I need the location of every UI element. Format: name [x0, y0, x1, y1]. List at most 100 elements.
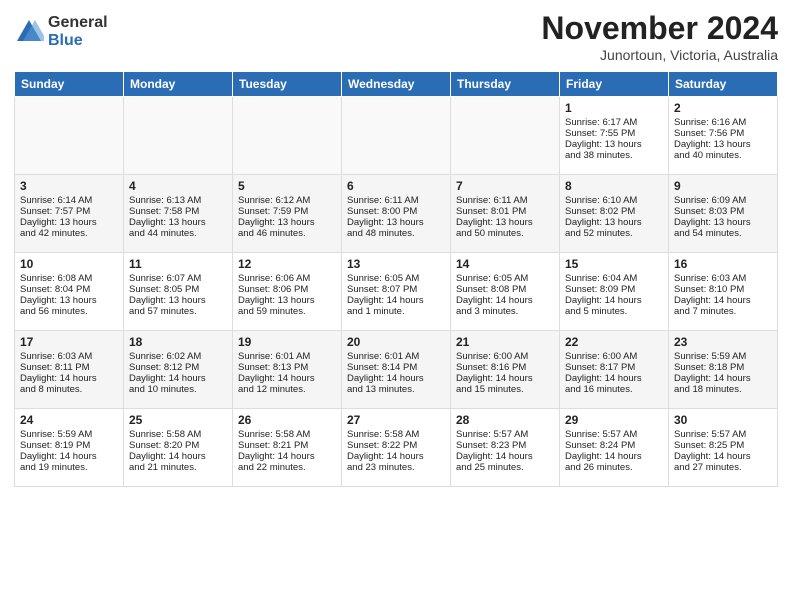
day-number: 21 [456, 335, 554, 349]
calendar-cell: 11Sunrise: 6:07 AMSunset: 8:05 PMDayligh… [124, 253, 233, 331]
cell-text: Sunset: 8:11 PM [20, 362, 118, 373]
day-number: 8 [565, 179, 663, 193]
cell-text: Daylight: 13 hours [129, 217, 227, 228]
cell-text: Daylight: 13 hours [238, 217, 336, 228]
calendar-cell: 25Sunrise: 5:58 AMSunset: 8:20 PMDayligh… [124, 409, 233, 487]
header: General Blue November 2024 Junortoun, Vi… [14, 10, 778, 63]
cell-text: Sunset: 8:14 PM [347, 362, 445, 373]
cell-text: Daylight: 13 hours [674, 217, 772, 228]
calendar-header: Sunday Monday Tuesday Wednesday Thursday… [15, 72, 778, 97]
cell-text: and 59 minutes. [238, 306, 336, 317]
day-number: 12 [238, 257, 336, 271]
cell-text: and 50 minutes. [456, 228, 554, 239]
day-number: 15 [565, 257, 663, 271]
cell-text: Sunset: 8:24 PM [565, 440, 663, 451]
day-number: 17 [20, 335, 118, 349]
cell-text: Sunrise: 6:03 AM [674, 273, 772, 284]
day-number: 20 [347, 335, 445, 349]
col-friday: Friday [560, 72, 669, 97]
calendar-cell: 9Sunrise: 6:09 AMSunset: 8:03 PMDaylight… [669, 175, 778, 253]
cell-text: Sunrise: 6:03 AM [20, 351, 118, 362]
cell-text: Daylight: 14 hours [347, 451, 445, 462]
cell-text: and 38 minutes. [565, 150, 663, 161]
cell-text: Sunset: 8:07 PM [347, 284, 445, 295]
day-number: 22 [565, 335, 663, 349]
col-thursday: Thursday [451, 72, 560, 97]
week-row-3: 10Sunrise: 6:08 AMSunset: 8:04 PMDayligh… [15, 253, 778, 331]
calendar-cell [342, 97, 451, 175]
logo-text: General Blue [48, 14, 108, 49]
cell-text: and 48 minutes. [347, 228, 445, 239]
day-number: 30 [674, 413, 772, 427]
cell-text: and 22 minutes. [238, 462, 336, 473]
day-number: 27 [347, 413, 445, 427]
cell-text: Daylight: 14 hours [565, 295, 663, 306]
calendar-body: 1Sunrise: 6:17 AMSunset: 7:55 PMDaylight… [15, 97, 778, 487]
cell-text: Sunrise: 6:09 AM [674, 195, 772, 206]
day-number: 5 [238, 179, 336, 193]
cell-text: Daylight: 14 hours [129, 451, 227, 462]
cell-text: Daylight: 14 hours [565, 451, 663, 462]
cell-text: Sunrise: 6:01 AM [347, 351, 445, 362]
calendar-cell: 6Sunrise: 6:11 AMSunset: 8:00 PMDaylight… [342, 175, 451, 253]
cell-text: Sunset: 7:58 PM [129, 206, 227, 217]
cell-text: Daylight: 14 hours [347, 295, 445, 306]
calendar-cell [233, 97, 342, 175]
day-number: 9 [674, 179, 772, 193]
calendar-cell: 4Sunrise: 6:13 AMSunset: 7:58 PMDaylight… [124, 175, 233, 253]
calendar-cell: 7Sunrise: 6:11 AMSunset: 8:01 PMDaylight… [451, 175, 560, 253]
cell-text: Sunset: 8:25 PM [674, 440, 772, 451]
cell-text: Daylight: 14 hours [674, 451, 772, 462]
calendar-cell: 18Sunrise: 6:02 AMSunset: 8:12 PMDayligh… [124, 331, 233, 409]
cell-text: Sunrise: 5:57 AM [456, 429, 554, 440]
day-number: 11 [129, 257, 227, 271]
day-number: 23 [674, 335, 772, 349]
week-row-5: 24Sunrise: 5:59 AMSunset: 8:19 PMDayligh… [15, 409, 778, 487]
cell-text: Daylight: 14 hours [674, 373, 772, 384]
calendar-cell: 14Sunrise: 6:05 AMSunset: 8:08 PMDayligh… [451, 253, 560, 331]
cell-text: Sunset: 8:02 PM [565, 206, 663, 217]
logo-general-text: General [48, 14, 108, 32]
day-number: 2 [674, 101, 772, 115]
cell-text: Sunrise: 5:59 AM [20, 429, 118, 440]
cell-text: Sunrise: 6:00 AM [456, 351, 554, 362]
cell-text: and 5 minutes. [565, 306, 663, 317]
cell-text: Daylight: 14 hours [20, 451, 118, 462]
calendar-cell: 12Sunrise: 6:06 AMSunset: 8:06 PMDayligh… [233, 253, 342, 331]
week-row-2: 3Sunrise: 6:14 AMSunset: 7:57 PMDaylight… [15, 175, 778, 253]
cell-text: Sunset: 8:21 PM [238, 440, 336, 451]
cell-text: Daylight: 13 hours [674, 139, 772, 150]
cell-text: Daylight: 13 hours [238, 295, 336, 306]
cell-text: Daylight: 14 hours [347, 373, 445, 384]
month-title: November 2024 [541, 10, 778, 47]
cell-text: Daylight: 14 hours [238, 451, 336, 462]
day-number: 10 [20, 257, 118, 271]
col-tuesday: Tuesday [233, 72, 342, 97]
cell-text: Daylight: 14 hours [20, 373, 118, 384]
cell-text: Sunrise: 6:11 AM [347, 195, 445, 206]
cell-text: Sunrise: 6:06 AM [238, 273, 336, 284]
calendar-cell: 19Sunrise: 6:01 AMSunset: 8:13 PMDayligh… [233, 331, 342, 409]
calendar-cell: 3Sunrise: 6:14 AMSunset: 7:57 PMDaylight… [15, 175, 124, 253]
day-number: 19 [238, 335, 336, 349]
cell-text: Daylight: 13 hours [20, 295, 118, 306]
cell-text: Daylight: 14 hours [456, 373, 554, 384]
cell-text: and 21 minutes. [129, 462, 227, 473]
cell-text: and 57 minutes. [129, 306, 227, 317]
cell-text: Daylight: 14 hours [129, 373, 227, 384]
cell-text: Sunset: 8:13 PM [238, 362, 336, 373]
cell-text: and 26 minutes. [565, 462, 663, 473]
cell-text: and 7 minutes. [674, 306, 772, 317]
subtitle: Junortoun, Victoria, Australia [541, 47, 778, 63]
day-number: 6 [347, 179, 445, 193]
cell-text: and 23 minutes. [347, 462, 445, 473]
calendar-cell: 30Sunrise: 5:57 AMSunset: 8:25 PMDayligh… [669, 409, 778, 487]
calendar-cell: 20 Sunrise: 6:01 AMSunset: 8:14 PMDayligh… [342, 331, 451, 409]
cell-text: Sunset: 7:59 PM [238, 206, 336, 217]
day-number: 25 [129, 413, 227, 427]
cell-text: Sunrise: 5:57 AM [565, 429, 663, 440]
cell-text: Sunset: 8:10 PM [674, 284, 772, 295]
cell-text: and 56 minutes. [20, 306, 118, 317]
cell-text: Sunrise: 5:59 AM [674, 351, 772, 362]
cell-text: and 16 minutes. [565, 384, 663, 395]
